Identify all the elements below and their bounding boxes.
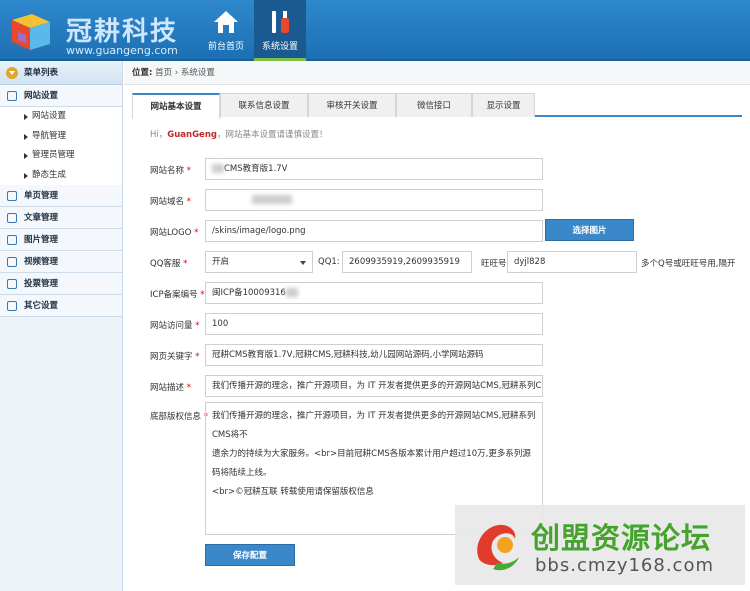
icp-label: ICP备案编号 * bbox=[150, 290, 205, 300]
sidebar-group-label: 图片管理 bbox=[24, 235, 59, 245]
site-domain-input[interactable] bbox=[205, 189, 543, 211]
qq-service-label: QQ客服 * bbox=[150, 259, 188, 269]
visits-input[interactable]: 100 bbox=[205, 313, 543, 335]
sidebar-group-label: 单页管理 bbox=[24, 191, 59, 201]
keywords-input[interactable]: 冠耕CMS教育版1.7V,冠耕CMS,冠耕科技,幼儿园网站源码,小学网站源码 bbox=[205, 344, 543, 366]
sidebar-group-label: 网站设置 bbox=[24, 91, 59, 101]
tab-display-settings[interactable]: 显示设置 bbox=[472, 93, 535, 117]
qq-note: 多个Q号或旺旺号用,隔开 bbox=[641, 259, 736, 269]
sidebar-group-other-settings[interactable]: 其它设置 bbox=[0, 295, 122, 317]
settings-tabs: 网站基本设置 联系信息设置 审核开关设置 微信接口 显示设置 bbox=[132, 93, 742, 119]
breadcrumb-prefix: 位置: bbox=[132, 68, 153, 78]
nav-system-label: 系统设置 bbox=[261, 42, 298, 52]
sidebar-group-label: 投票管理 bbox=[24, 279, 59, 289]
description-label: 网站描述 * bbox=[150, 383, 191, 393]
site-domain-label: 网站域名 * bbox=[150, 197, 191, 207]
sidebar: 菜单列表 网站设置 网站设置 导航管理 管理员管理 静态生成 单页管理 文章管理… bbox=[0, 61, 123, 591]
sidebar-group-videos[interactable]: 视频管理 bbox=[0, 251, 122, 273]
label-text: 网站名称 bbox=[150, 166, 185, 176]
sidebar-item-site-settings[interactable]: 网站设置 bbox=[0, 107, 122, 127]
watermark-title: 创盟资源论坛 bbox=[531, 521, 712, 555]
greeting-text: ，网站基本设置请谨慎设置！ bbox=[216, 130, 328, 140]
qq1-label: QQ1: bbox=[318, 257, 340, 267]
sidebar-group-votes[interactable]: 投票管理 bbox=[0, 273, 122, 295]
site-settings-icon bbox=[7, 91, 17, 101]
wangwang-input[interactable]: dyjl828 bbox=[507, 251, 637, 273]
site-logo-label: 网站LOGO * bbox=[150, 228, 199, 238]
label-text: 网站LOGO bbox=[150, 228, 192, 238]
sidebar-item-nav-management[interactable]: 导航管理 bbox=[0, 126, 122, 146]
wangwang-label: 旺旺号: bbox=[481, 259, 510, 269]
label-text: 网页关键字 bbox=[150, 352, 193, 362]
redacted-blur bbox=[252, 195, 292, 204]
sidebar-group-articles[interactable]: 文章管理 bbox=[0, 207, 122, 229]
save-config-button[interactable]: 保存配置 bbox=[205, 544, 295, 566]
qq1-input[interactable]: 2609935919,2609935919 bbox=[342, 251, 472, 273]
greeting-hi: Hi， bbox=[150, 130, 168, 140]
sidebar-item-admin-management[interactable]: 管理员管理 bbox=[0, 146, 122, 166]
logo-url: www.guangeng.com bbox=[66, 44, 178, 57]
sidebar-title-label: 菜单列表 bbox=[24, 68, 59, 78]
site-name-input[interactable]: CMS教育版1.7V bbox=[205, 158, 543, 180]
nav-system-settings[interactable]: 系统设置 bbox=[254, 0, 306, 61]
visits-label: 网站访问量 * bbox=[150, 321, 200, 331]
site-name-label: 网站名称 * bbox=[150, 166, 191, 176]
copyright-line: 我们传播开源的理念，推广开源项目，为 IT 开发者提供更多的开源网站CMS,冠耕… bbox=[212, 411, 536, 440]
tab-wechat-api[interactable]: 微信接口 bbox=[396, 93, 472, 117]
sidebar-group-single-page[interactable]: 单页管理 bbox=[0, 185, 122, 207]
icp-input[interactable]: 闽ICP备10009316 bbox=[205, 282, 543, 304]
tab-review-settings[interactable]: 审核开关设置 bbox=[308, 93, 396, 117]
page-icon bbox=[7, 191, 17, 201]
copyright-line: <br>©冠耕互联 转载使用请保留版权信息 bbox=[212, 487, 374, 497]
description-input[interactable]: 我们传播开源的理念，推广开源项目，为 IT 开发者提供更多的开源网站CMS,冠耕… bbox=[205, 375, 543, 397]
label-text: QQ客服 bbox=[150, 259, 181, 269]
redacted-blur bbox=[285, 288, 298, 297]
label-text: 底部版权信息 bbox=[150, 412, 202, 422]
label-text: 网站域名 bbox=[150, 197, 185, 207]
qq-service-select[interactable]: 开启 bbox=[205, 251, 313, 273]
nav-home[interactable]: 前台首页 bbox=[200, 0, 252, 61]
sidebar-title: 菜单列表 bbox=[0, 61, 122, 85]
logo-cube-icon bbox=[12, 14, 50, 50]
vote-icon bbox=[7, 279, 17, 289]
sidebar-group-label: 其它设置 bbox=[24, 301, 59, 311]
sidebar-group-images[interactable]: 图片管理 bbox=[0, 229, 122, 251]
video-icon bbox=[7, 257, 17, 267]
sidebar-item-static-generate[interactable]: 静态生成 bbox=[0, 165, 122, 185]
brand-logo: 冠耕科技 www.guangeng.com bbox=[4, 6, 194, 57]
top-header: 冠耕科技 www.guangeng.com 前台首页 系统设置 bbox=[0, 0, 750, 61]
greeting: Hi，GuanGeng，网站基本设置请谨慎设置！ bbox=[150, 128, 327, 140]
tools-icon bbox=[272, 11, 289, 33]
home-icon bbox=[214, 11, 238, 33]
nav-home-label: 前台首页 bbox=[207, 42, 244, 52]
redacted-blur bbox=[212, 164, 224, 173]
label-text: 网站描述 bbox=[150, 383, 185, 393]
copyright-line: 遗余力的持续为大家服务。<br>目前冠耕CMS各版本累计用户超过10万,更多系列… bbox=[212, 449, 531, 478]
logo-title: 冠耕科技 bbox=[66, 17, 179, 47]
sidebar-group-label: 文章管理 bbox=[24, 213, 59, 223]
greeting-user: GuanGeng bbox=[167, 130, 217, 140]
label-text: 网站访问量 bbox=[150, 321, 193, 331]
choose-image-button[interactable]: 选择图片 bbox=[545, 219, 634, 241]
watermark: 创盟资源论坛 bbs.cmzy168.com bbox=[455, 505, 745, 585]
watermark-url: bbs.cmzy168.com bbox=[535, 555, 715, 576]
tab-contact-settings[interactable]: 联系信息设置 bbox=[220, 93, 308, 117]
input-value: 闽ICP备10009316 bbox=[212, 288, 286, 298]
tab-basic-settings[interactable]: 网站基本设置 bbox=[132, 93, 220, 119]
sidebar-group-site-settings[interactable]: 网站设置 bbox=[0, 85, 122, 107]
sidebar-group-label: 视频管理 bbox=[24, 257, 59, 267]
watermark-logo-icon bbox=[477, 524, 519, 571]
image-icon bbox=[7, 235, 17, 245]
edit-icon bbox=[7, 213, 17, 223]
settings-icon bbox=[7, 301, 17, 311]
label-text: ICP备案编号 bbox=[150, 290, 198, 300]
site-logo-input[interactable]: /skins/image/logo.png bbox=[205, 220, 543, 242]
input-value: CMS教育版1.7V bbox=[224, 164, 288, 174]
copyright-label: 底部版权信息 * bbox=[150, 412, 208, 422]
breadcrumb: 位置: 首页 › 系统设置 bbox=[124, 61, 750, 85]
keywords-label: 网页关键字 * bbox=[150, 352, 200, 362]
menu-toggle-icon bbox=[6, 67, 18, 79]
breadcrumb-path: 首页 › 系统设置 bbox=[155, 68, 215, 78]
